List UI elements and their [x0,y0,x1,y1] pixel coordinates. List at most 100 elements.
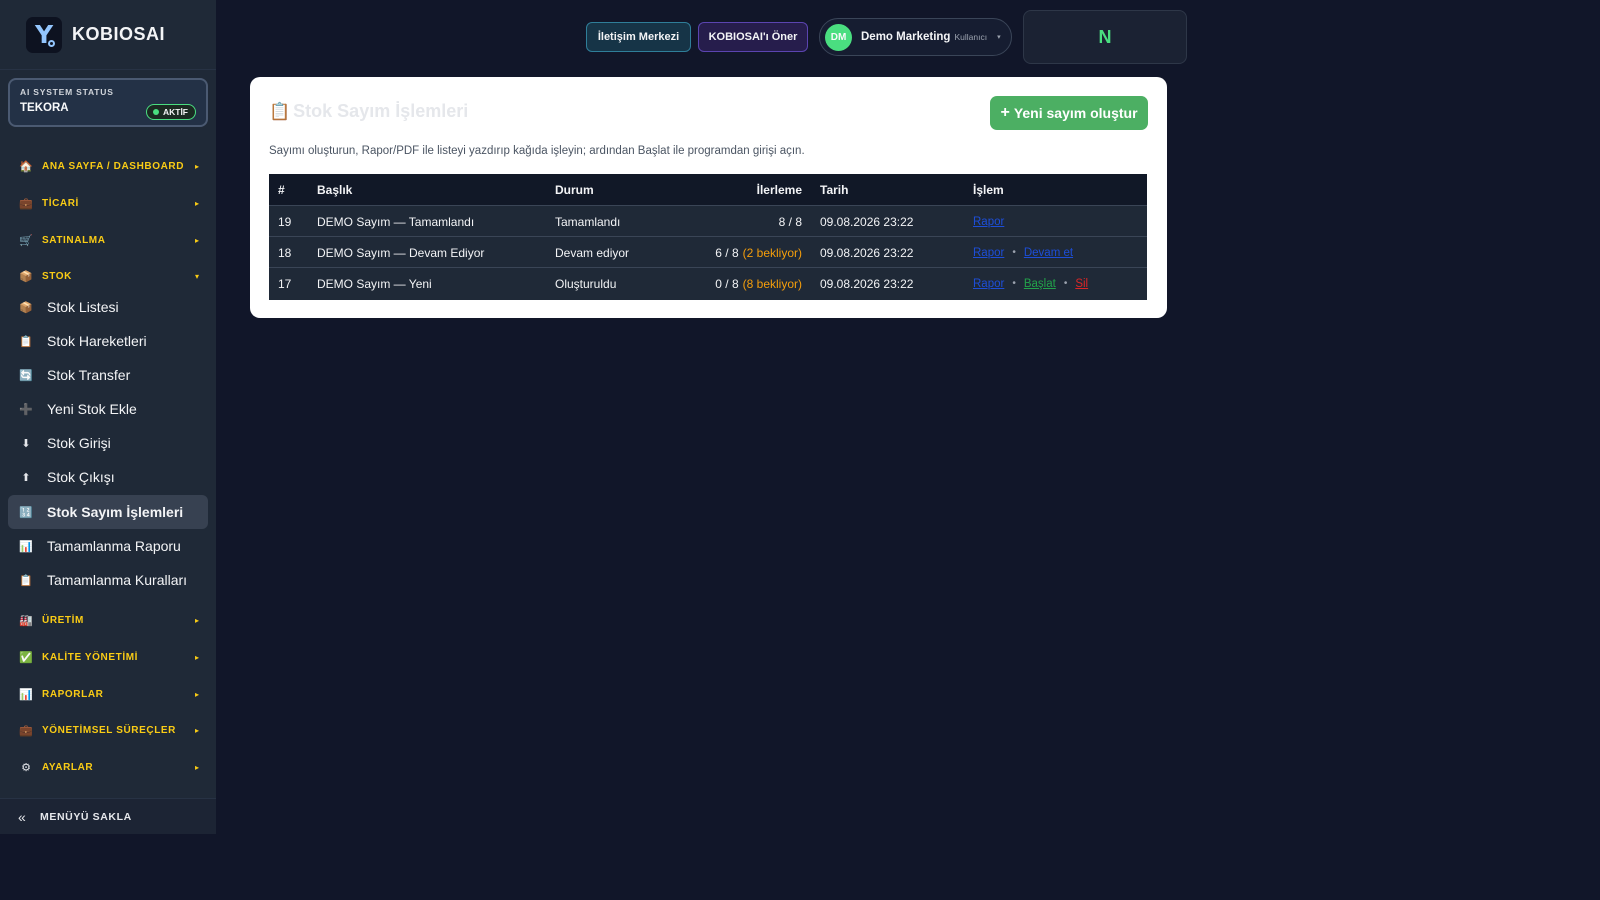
briefcase-icon: 💼 [19,724,33,737]
sidebar-item-stok-cikisi[interactable]: ⬆ Stok Çıkışı [8,460,208,494]
row-actions: Rapor • Başlat • Sil [973,268,1088,299]
nav-section-kalite[interactable]: ✅ KALİTE YÖNETİMİ ▸ [18,647,202,667]
column-header-id: # [278,182,285,197]
user-menu[interactable]: DM Demo Marketing Kullanıcı ▾ [819,18,1012,56]
nav-section-label: AYARLAR [42,761,94,773]
sidebar-item-stok-sayim[interactable]: 🔢 Stok Sayım İşlemleri [8,495,208,529]
avatar: DM [825,23,852,51]
user-name: Demo Marketing [861,31,951,43]
progress-value: 6 / 8 [715,245,739,260]
sidebar-item-stok-listesi[interactable]: 📦 Stok Listesi [8,290,208,324]
delete-link[interactable]: Sil [1075,278,1088,290]
row-progress: 8 / 8 [779,206,802,237]
nav-section-dashboard[interactable]: 🏠 ANA SAYFA / DASHBOARD ▸ [18,156,202,176]
check-icon: ✅ [19,651,33,664]
row-id: 18 [278,245,292,260]
suggest-button[interactable]: KOBIOSAI'ı Öner [698,22,808,52]
logo-dot [48,39,55,47]
chevron-right-icon: ▸ [194,725,199,735]
chevron-right-icon: ▸ [194,235,199,245]
clipboard-icon: 📋 [19,335,33,348]
nav-section-stok[interactable]: 📦 STOK ▾ [18,266,202,286]
sidebar-item-tamamlanma-kurallari[interactable]: 📋 Tamamlanma Kuralları [8,563,208,597]
chart-icon: 📊 [19,540,33,553]
nav-section-label: ÜRETİM [42,614,84,626]
table-row: 17 DEMO Sayım — Yeni Oluşturuldu 0 / 8 (… [269,267,1147,298]
ai-status-card: AI SYSTEM STATUS TEKORA AKTİF [8,78,208,127]
sidebar-item-yeni-stok-ekle[interactable]: ➕ Yeni Stok Ekle [8,392,208,426]
nav-section-ayarlar[interactable]: ⚙ AYARLAR ▸ [18,757,202,777]
nav-section-label: STOK [42,270,72,282]
box-icon: 📦 [19,270,33,283]
ai-status-title: AI SYSTEM STATUS [20,87,114,97]
row-title: DEMO Sayım — Tamamlandı [317,214,475,229]
cart-icon: 🛒 [19,234,33,247]
plus-icon: ➕ [19,403,33,416]
sidebar-item-stok-girisi[interactable]: ⬇ Stok Girişi [8,426,208,460]
row-id: 17 [278,276,292,291]
nav-section-ticari[interactable]: 💼 TİCARİ ▸ [18,193,202,213]
factory-icon: 🏭 [19,614,33,627]
chart-icon: 📊 [19,688,33,701]
logo: Y [26,16,62,53]
sidebar-item-label: Stok Sayım İşlemleri [47,504,184,520]
table-row: 18 DEMO Sayım — Devam Ediyor Devam ediyo… [269,236,1147,267]
row-progress: 0 / 8 (8 bekliyor) [715,268,802,299]
nav-section-uretim[interactable]: 🏭 ÜRETİM ▸ [18,610,202,630]
pending-count: (8 bekliyor) [742,276,802,291]
chevron-down-icon: ▾ [194,271,199,281]
column-header-actions: İşlem [973,182,1004,197]
new-count-button[interactable]: + Yeni sayım oluştur [990,96,1148,130]
nav-section-satinalma[interactable]: 🛒 SATINALMA ▸ [18,230,202,250]
status-dot-icon [152,109,159,115]
sidebar-item-stok-hareketleri[interactable]: 📋 Stok Hareketleri [8,324,208,358]
nav-section-label: SATINALMA [42,234,106,246]
brand[interactable]: Y KOBIOSAI [0,0,216,70]
chevron-right-icon: ▸ [194,198,199,208]
row-id: 19 [278,214,292,229]
row-actions: Rapor • Devam et [973,237,1073,268]
chevron-right-icon: ▸ [194,762,199,772]
start-link[interactable]: Başlat [1024,278,1056,290]
report-link[interactable]: Rapor [973,278,1004,290]
report-link[interactable]: Rapor [973,216,1004,228]
column-header-progress: İlerleme [756,182,802,197]
row-actions: Rapor [973,206,1004,237]
nav-section-label: TİCARİ [42,197,79,209]
report-link[interactable]: Rapor [973,247,1004,259]
continue-link[interactable]: Devam et [1024,247,1073,259]
box-icon: 📦 [19,301,33,314]
chevron-right-icon: ▸ [194,652,199,662]
page-title: 📋 Stok Sayım İşlemleri [269,101,468,122]
column-header-status: Durum [555,182,594,197]
briefcase-icon: 💼 [19,197,33,210]
nav-section-yonetimsel[interactable]: 💼 YÖNETİMSEL SÜREÇLER ▸ [18,720,202,740]
sidebar-item-label: Stok Hareketleri [47,333,147,349]
sidebar-item-label: Yeni Stok Ekle [47,401,137,417]
contact-center-button[interactable]: İletişim Merkezi [586,22,691,52]
sidebar-item-tamamlanma-raporu[interactable]: 📊 Tamamlanma Raporu [8,529,208,563]
stock-count-table: # Başlık Durum İlerleme Tarih İşlem 19 D… [269,174,1147,300]
chevron-right-icon: ▸ [194,161,199,171]
chevron-right-icon: ▸ [194,615,199,625]
clipboard-icon: 📋 [19,574,33,587]
sidebar-item-stok-transfer[interactable]: 🔄 Stok Transfer [8,358,208,392]
sidebar-item-label: Stok Girişi [47,435,111,451]
sidebar-item-label: Stok Listesi [47,299,119,315]
new-count-label: Yeni sayım oluştur [1013,105,1138,121]
page-description: Sayımı oluşturun, Rapor/PDF ile listeyi … [269,145,805,157]
row-date: 09.08.2026 23:22 [820,214,914,229]
action-separator: • [1012,278,1016,289]
nav-section-label: ANA SAYFA / DASHBOARD [42,160,185,172]
home-icon: 🏠 [19,160,33,173]
arrow-up-icon: ⬆ [21,471,31,484]
notification-box[interactable]: N [1023,10,1187,64]
hide-menu-button[interactable]: « MENÜYÜ SAKLA [0,798,216,834]
sidebar-item-label: Tamamlanma Kuralları [47,572,188,588]
plus-icon: + [1000,104,1010,121]
column-header-title: Başlık [317,182,353,197]
nav-section-raporlar[interactable]: 📊 RAPORLAR ▸ [18,684,202,704]
status-badge-label: AKTİF [162,107,188,117]
arrow-down-icon: ⬇ [21,437,31,450]
pending-count: (2 bekliyor) [742,245,802,260]
